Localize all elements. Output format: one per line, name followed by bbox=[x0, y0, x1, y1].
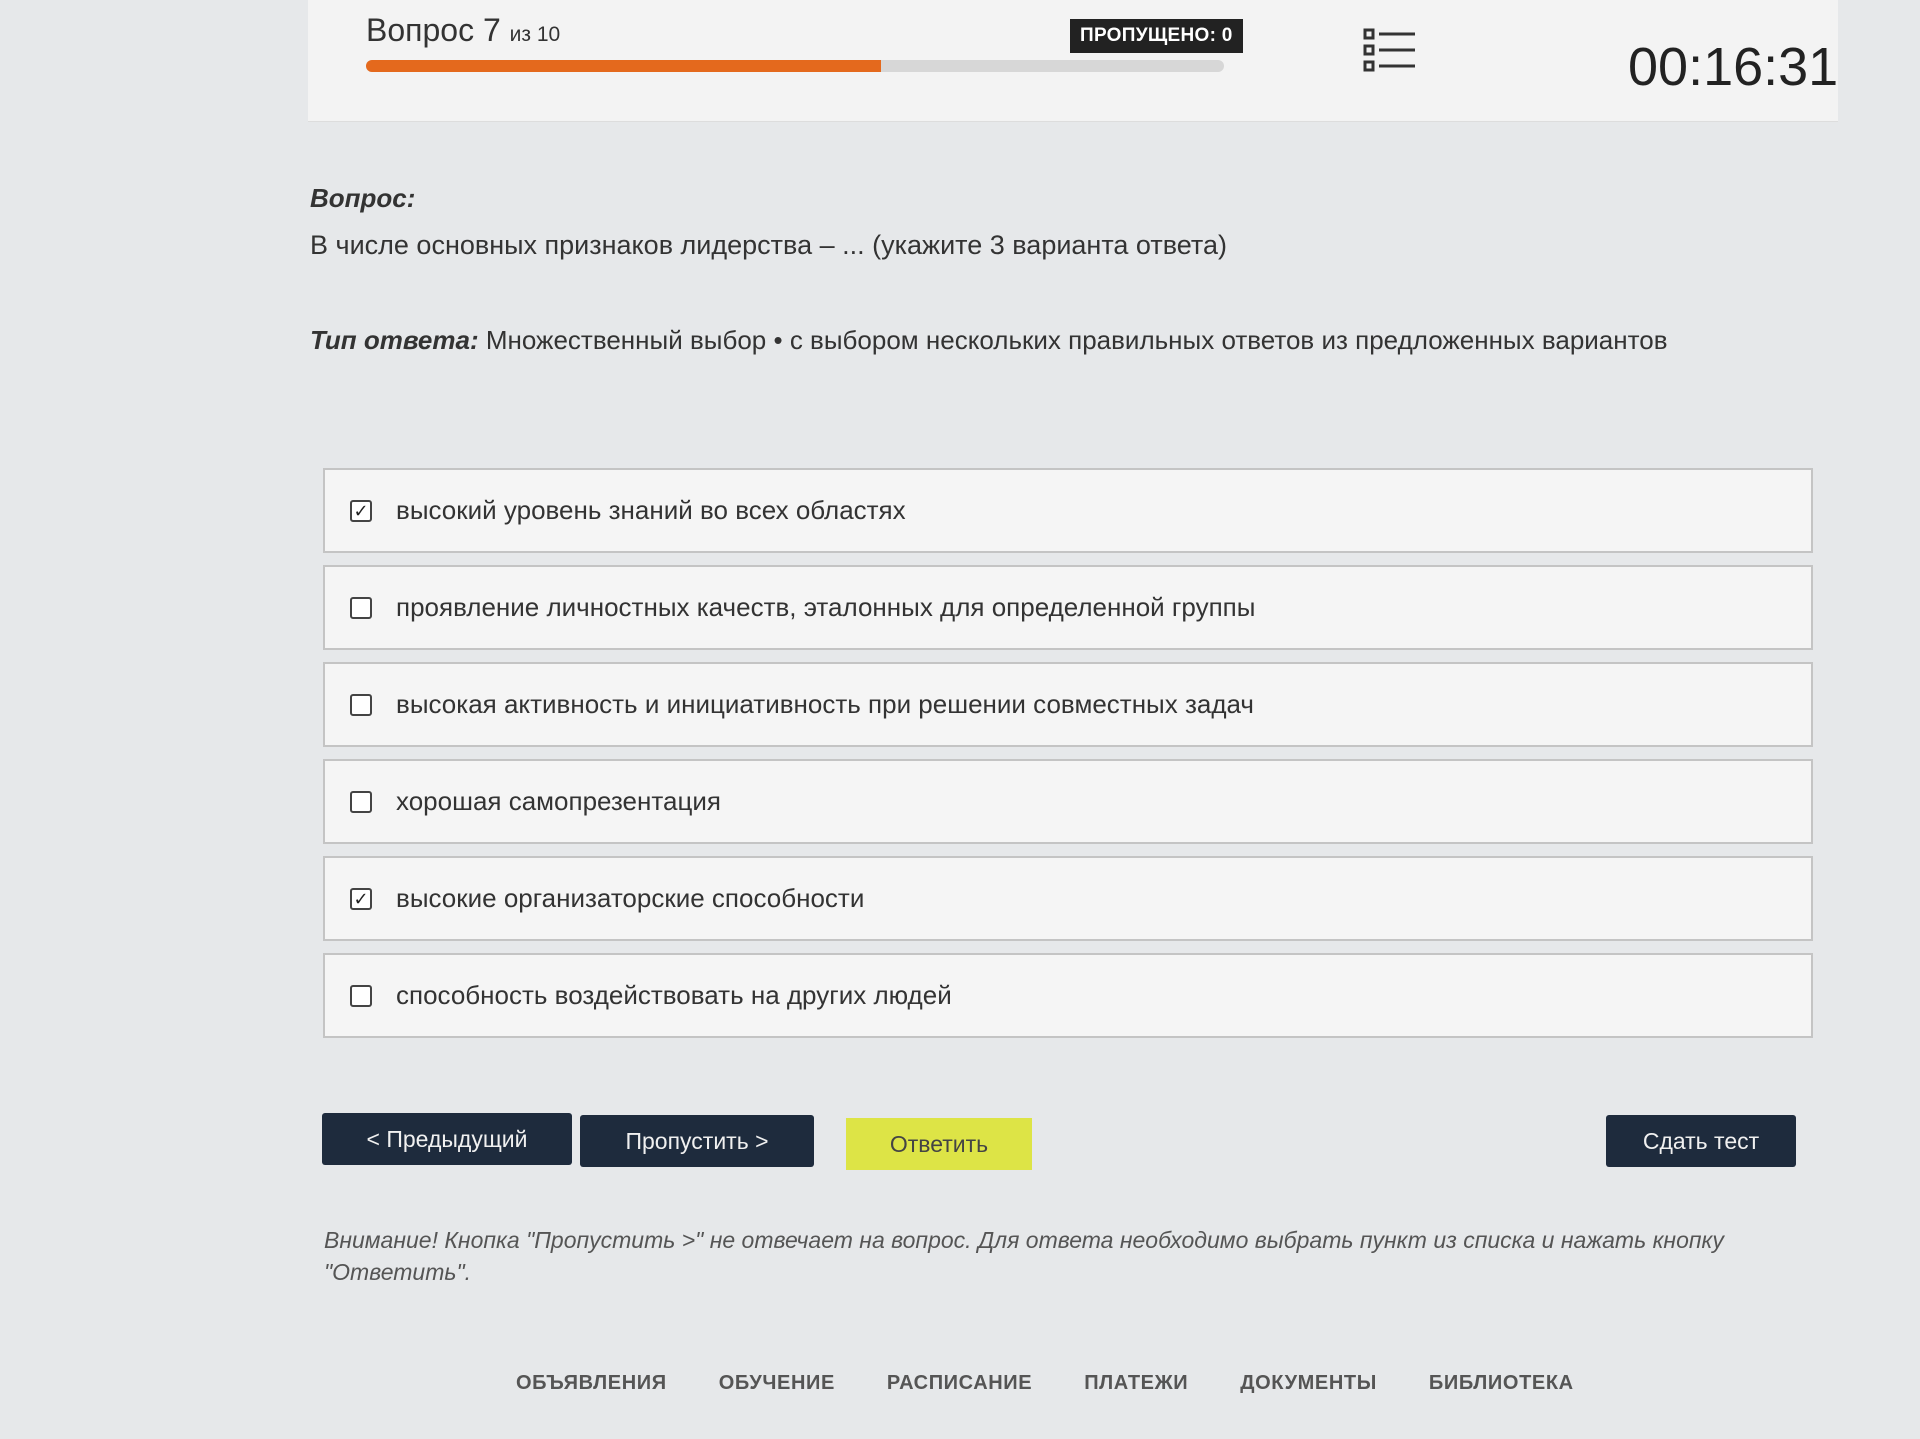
answer-type-value: Множественный выбор • с выбором нескольк… bbox=[485, 325, 1668, 355]
footer-link-payments[interactable]: ПЛАТЕЖИ bbox=[1084, 1372, 1188, 1395]
footer-link-learning[interactable]: ОБУЧЕНИЕ bbox=[719, 1372, 835, 1395]
skipped-badge: ПРОПУЩЕНО: 0 bbox=[1070, 19, 1243, 53]
option-1[interactable]: ✓ высокий уровень знаний во всех областя… bbox=[323, 468, 1813, 553]
answer-button[interactable]: Ответить bbox=[846, 1118, 1032, 1170]
option-text: хорошая самопрезентация bbox=[396, 786, 721, 816]
question-text: В числе основных признаков лидерства – .… bbox=[310, 230, 1227, 260]
previous-button[interactable]: < Предыдущий bbox=[322, 1113, 572, 1165]
question-number: Вопрос 7 bbox=[366, 12, 501, 48]
answer-type: Тип ответа: Множественный выбор • с выбо… bbox=[310, 325, 1668, 356]
progress-bar bbox=[366, 60, 1224, 72]
option-2[interactable]: проявление личностных качеств, эталонных… bbox=[323, 565, 1813, 650]
checkbox-icon[interactable] bbox=[350, 693, 372, 716]
options-list: ✓ высокий уровень знаний во всех областя… bbox=[323, 468, 1813, 1050]
option-5[interactable]: ✓ высокие организаторские способности bbox=[323, 856, 1813, 941]
footer-link-schedule[interactable]: РАСПИСАНИЕ bbox=[887, 1372, 1032, 1395]
list-icon-graphic bbox=[1363, 28, 1415, 72]
checkbox-icon[interactable]: ✓ bbox=[350, 887, 372, 910]
footer-nav: ОБЪЯВЛЕНИЯ ОБУЧЕНИЕ РАСПИСАНИЕ ПЛАТЕЖИ Д… bbox=[516, 1372, 1574, 1395]
option-6[interactable]: способность воздействовать на других люд… bbox=[323, 953, 1813, 1038]
quiz-page: Вопрос 7 из 10 ПРОПУЩЕНО: 0 00:16:31 Воп… bbox=[0, 0, 1920, 1439]
option-text: проявление личностных качеств, эталонных… bbox=[396, 592, 1256, 622]
option-text: высокая активность и инициативность при … bbox=[396, 689, 1254, 719]
option-text: способность воздействовать на других люд… bbox=[396, 980, 952, 1010]
quiz-header: Вопрос 7 из 10 ПРОПУЩЕНО: 0 00:16:31 bbox=[308, 0, 1838, 122]
footer-link-documents[interactable]: ДОКУМЕНТЫ bbox=[1240, 1372, 1377, 1395]
footer-link-library[interactable]: БИБЛИОТЕКА bbox=[1429, 1372, 1574, 1395]
option-3[interactable]: высокая активность и инициативность при … bbox=[323, 662, 1813, 747]
skip-warning: Внимание! Кнопка "Пропустить >" не отвеч… bbox=[324, 1227, 1724, 1285]
answer-type-label: Тип ответа: bbox=[310, 325, 479, 355]
question-label: Вопрос: bbox=[310, 183, 416, 213]
option-4[interactable]: хорошая самопрезентация bbox=[323, 759, 1813, 844]
question-counter: Вопрос 7 из 10 bbox=[366, 12, 560, 49]
skip-button[interactable]: Пропустить > bbox=[580, 1115, 814, 1167]
checkbox-icon[interactable]: ✓ bbox=[350, 499, 372, 522]
progress-fill bbox=[366, 60, 881, 72]
footer-link-announcements[interactable]: ОБЪЯВЛЕНИЯ bbox=[516, 1372, 667, 1395]
option-text: высокий уровень знаний во всех областях bbox=[396, 495, 906, 525]
list-icon[interactable] bbox=[1363, 28, 1417, 74]
submit-test-button[interactable]: Сдать тест bbox=[1606, 1115, 1796, 1167]
question-total: из 10 bbox=[509, 23, 561, 46]
checkbox-icon[interactable] bbox=[350, 596, 372, 619]
timer: 00:16:31 bbox=[1628, 37, 1839, 97]
option-text: высокие организаторские способности bbox=[396, 883, 865, 913]
checkbox-icon[interactable] bbox=[350, 790, 372, 813]
checkbox-icon[interactable] bbox=[350, 984, 372, 1007]
